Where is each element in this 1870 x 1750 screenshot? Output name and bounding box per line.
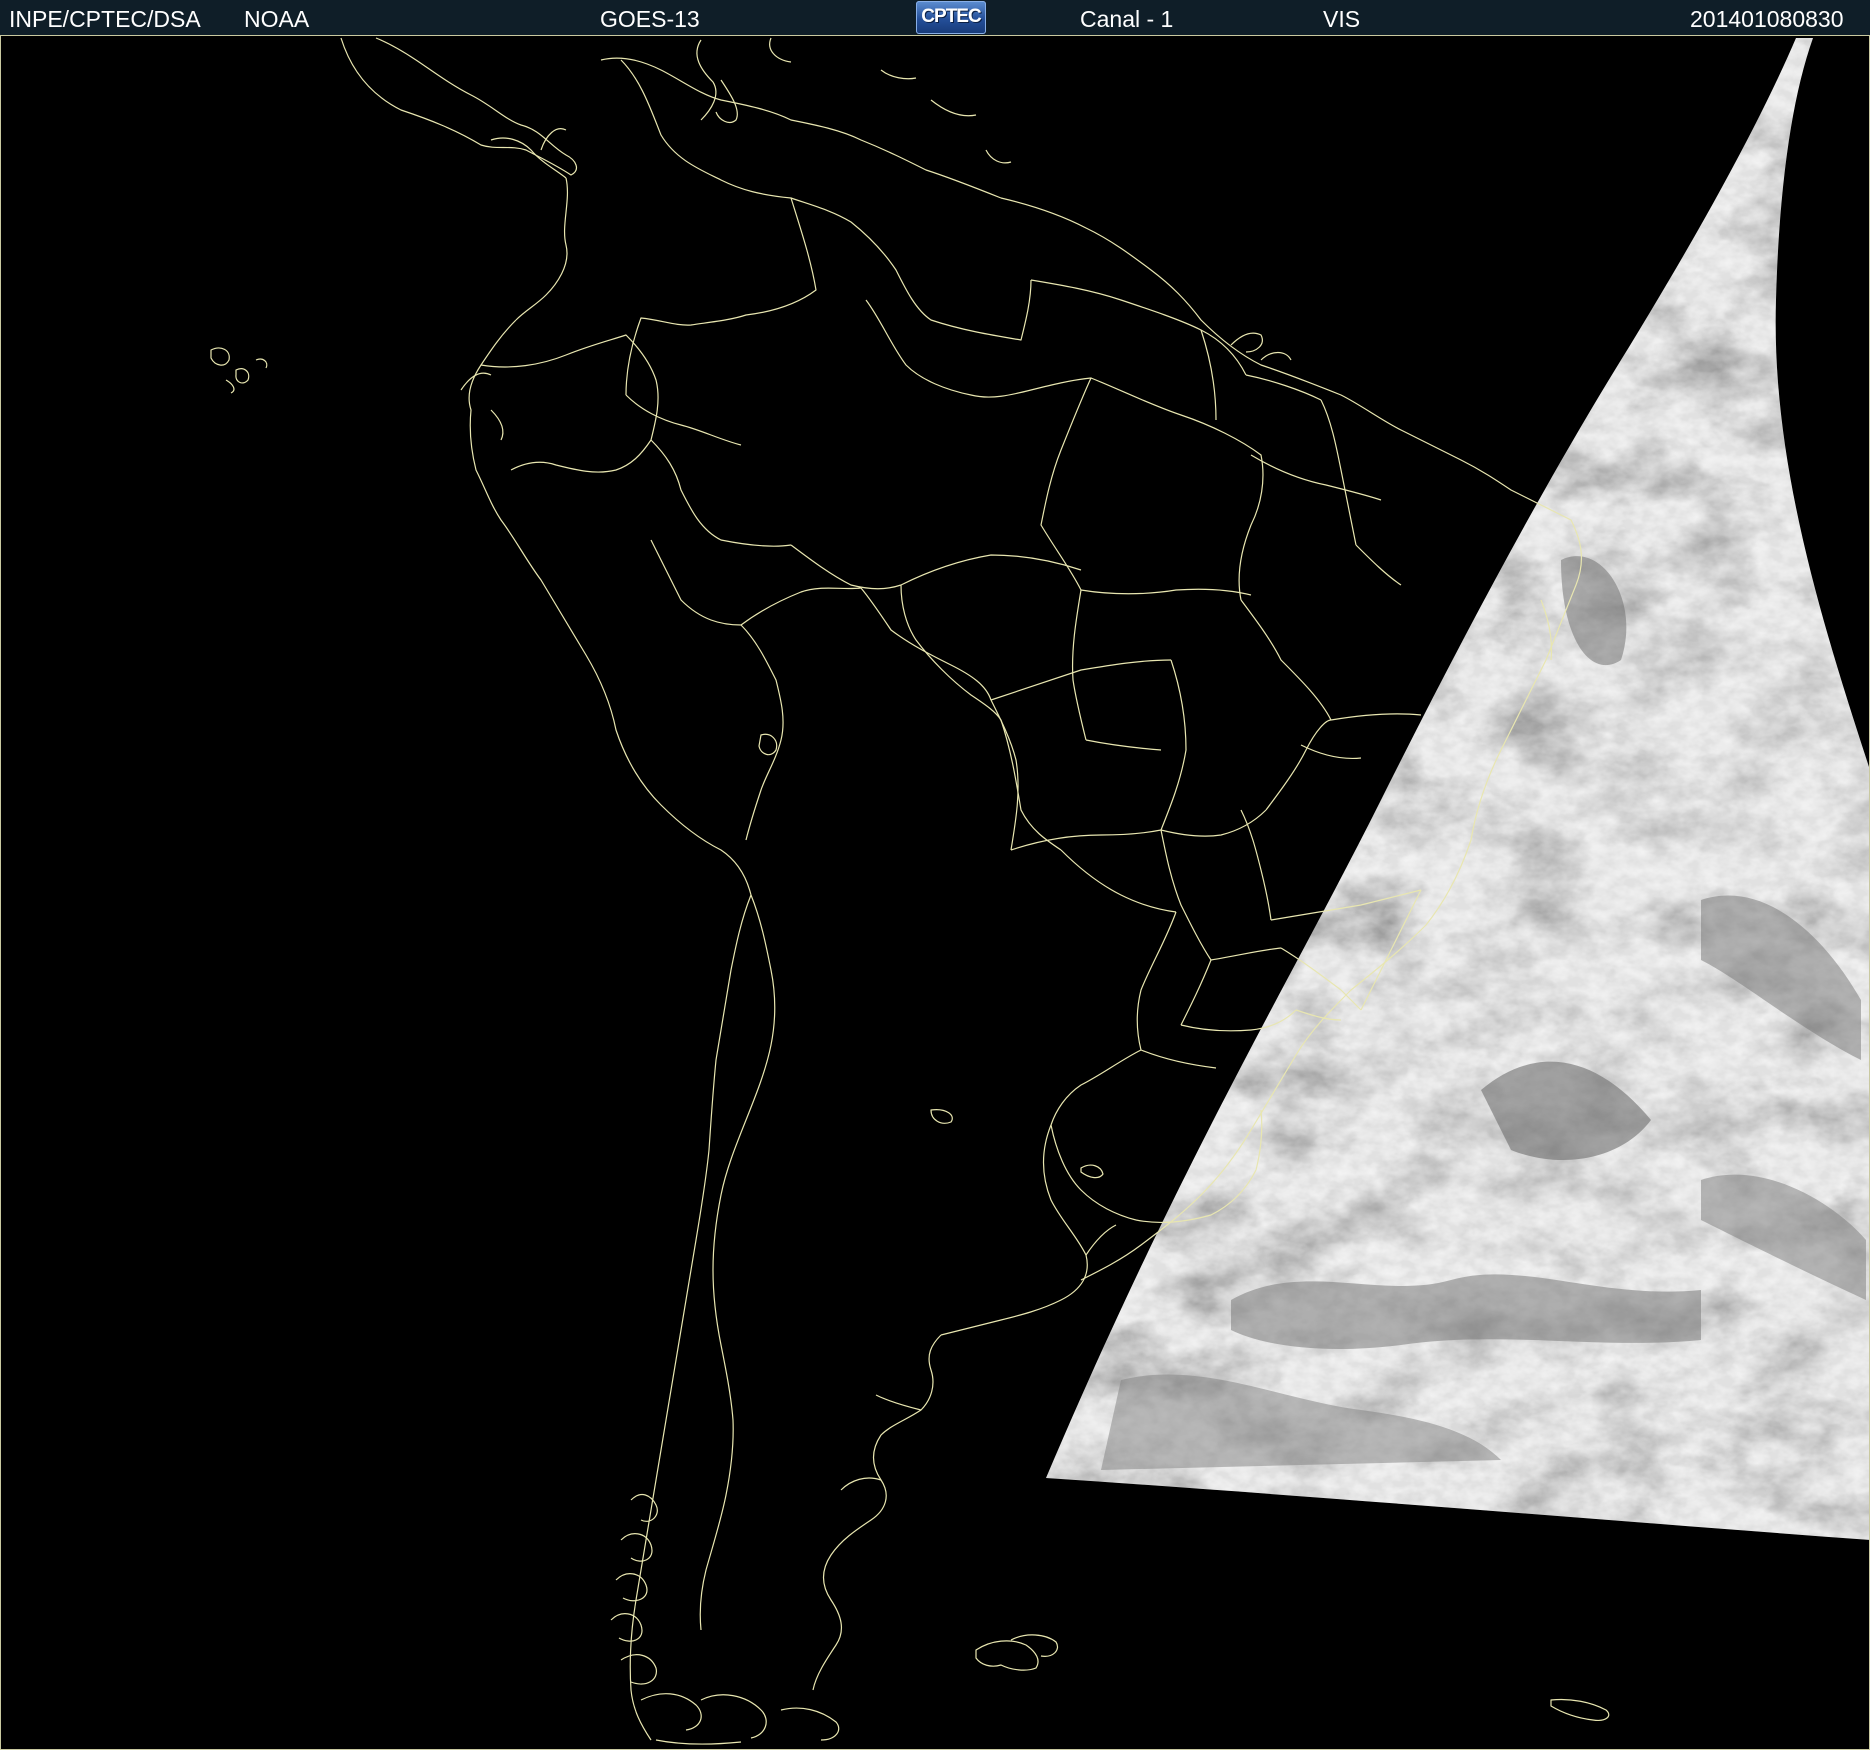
falkland-islands	[975, 1640, 1039, 1671]
institution-label: INPE/CPTEC/DSA	[9, 6, 201, 32]
lake-titicaca	[758, 733, 778, 756]
cptec-logo-icon: CPTEC	[916, 1, 986, 34]
image-header-bar: INPE/CPTEC/DSA NOAA GOES-13 CPTEC Canal …	[0, 0, 1870, 36]
satellite-label: GOES-13	[600, 6, 700, 32]
channel-label: Canal - 1	[1080, 6, 1174, 32]
agency-label: NOAA	[244, 6, 310, 32]
map-svg	[210, 37, 1869, 1745]
galapagos-islands	[210, 347, 230, 366]
band-label: VIS	[1323, 6, 1361, 32]
satellite-map	[0, 36, 1870, 1750]
timestamp-label: 201401080830	[1690, 6, 1844, 32]
colombia-coastline	[515, 177, 569, 321]
pacific-coastline	[468, 319, 752, 896]
central-america-coastline	[340, 37, 578, 176]
visible-imagery-swath	[1046, 38, 1869, 1540]
logo-text: CPTEC	[921, 6, 981, 27]
south-georgia	[1550, 1698, 1610, 1721]
chile-coastline	[629, 894, 752, 1741]
